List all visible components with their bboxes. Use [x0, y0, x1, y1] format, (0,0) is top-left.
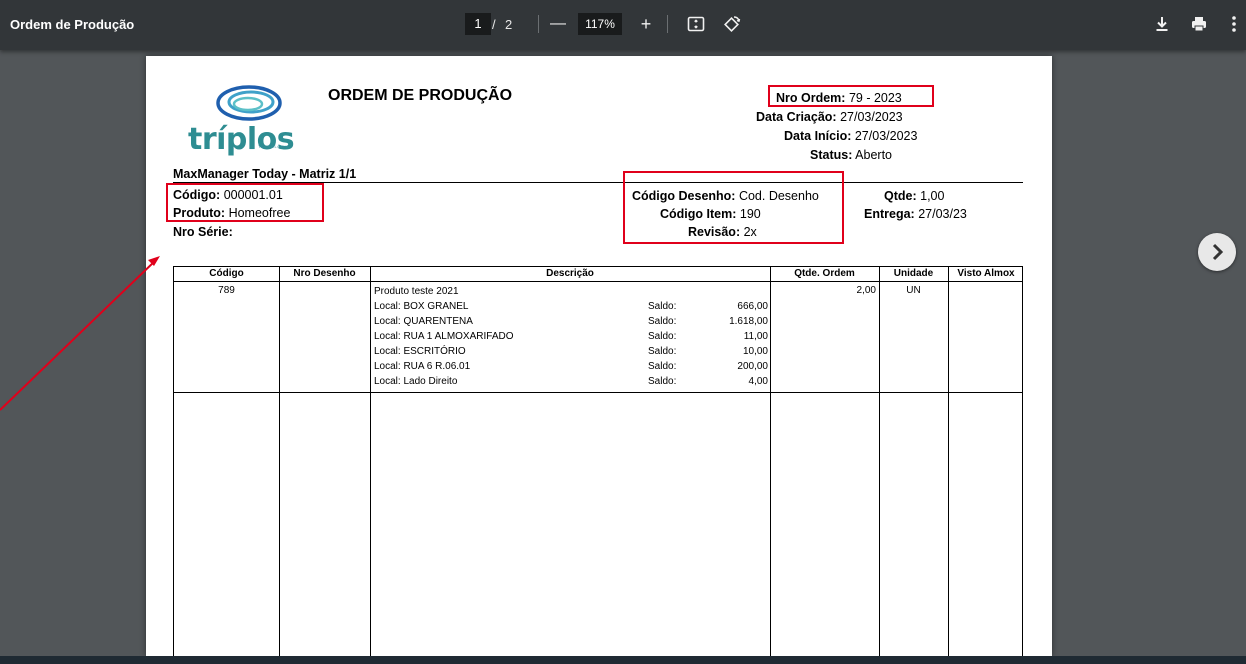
saldo-value: 200,00	[737, 361, 768, 372]
col-header-codigo: Código	[209, 268, 244, 279]
saldo-value: 4,00	[748, 376, 768, 387]
document-heading: ORDEM DE PRODUÇÃO	[328, 87, 513, 104]
entrega: Entrega: 27/03/23	[864, 207, 967, 221]
next-page-button[interactable]	[1198, 233, 1236, 271]
page-separator: /	[492, 17, 496, 32]
zoom-out-button[interactable]: —	[548, 12, 568, 36]
page-number-input[interactable]: 1	[465, 13, 491, 35]
divider	[667, 15, 668, 33]
saldo-label: Saldo:	[648, 346, 677, 357]
highlight-produto	[166, 183, 324, 222]
data-inicio: Data Início: 27/03/2023	[784, 129, 918, 143]
rotate-icon[interactable]	[722, 14, 742, 34]
saldo-label: Saldo:	[648, 301, 677, 312]
saldo-value: 11,00	[743, 331, 768, 342]
page-total: 2	[505, 17, 513, 32]
col-header-unidade: Unidade	[893, 268, 934, 279]
local-name: Local: RUA 6 R.06.01	[374, 361, 471, 372]
company-name: MaxManager Today - Matriz 1/1	[173, 167, 357, 181]
col-header-descricao: Descrição	[546, 268, 594, 279]
logo-subtext: TECNOLOGIA	[258, 144, 290, 149]
saldo-value: 10,00	[742, 346, 768, 357]
saldo-label: Saldo:	[648, 361, 677, 372]
col-header-visto-almox: Visto Almox	[957, 268, 1015, 279]
saldo-value: 1.618,00	[729, 316, 768, 327]
local-name: Local: BOX GRANEL	[374, 301, 469, 312]
print-icon[interactable]	[1189, 14, 1209, 34]
pdf-page: tríplos TECNOLOGIA ORDEM DE PRODUÇÃO Nro…	[146, 56, 1052, 656]
chevron-right-icon	[1212, 243, 1224, 261]
row-unidade: UN	[906, 285, 921, 296]
highlight-desenho	[623, 171, 844, 244]
fit-page-icon[interactable]	[686, 14, 706, 34]
document-title: Ordem de Produção	[10, 17, 135, 32]
pdf-toolbar: Ordem de Produção 1 / 2 — 117% +	[0, 0, 1246, 50]
zoom-input[interactable]: 117%	[578, 13, 622, 35]
more-vert-icon[interactable]	[1228, 14, 1240, 34]
row-qtde-ordem: 2,00	[856, 285, 876, 296]
nro-serie: Nro Série:	[173, 225, 233, 239]
col-header-qtde-ordem: Qtde. Ordem	[794, 268, 855, 279]
saldo-value: 666,00	[737, 301, 768, 312]
logo-text: tríplos	[188, 122, 295, 157]
saldo-label: Saldo:	[648, 331, 677, 342]
local-name: Local: RUA 1 ALMOXARIFADO	[374, 331, 514, 342]
saldo-label: Saldo:	[648, 376, 677, 387]
annotation-arrow	[0, 256, 160, 411]
qtde: Qtde: 1,00	[884, 189, 945, 203]
saldo-label: Saldo:	[648, 316, 677, 327]
local-name: Local: ESCRITÓRIO	[374, 346, 466, 357]
row-codigo: 789	[218, 285, 235, 296]
local-name: Local: QUARENTENA	[374, 316, 473, 327]
status: Status: Aberto	[810, 148, 893, 162]
local-name: Local: Lado Direito	[374, 376, 458, 387]
download-icon[interactable]	[1152, 14, 1172, 34]
divider	[538, 15, 539, 33]
triplos-logo-mark	[216, 85, 282, 121]
row-produto: Produto teste 2021	[374, 286, 459, 297]
zoom-in-button[interactable]: +	[636, 12, 656, 36]
highlight-nro-ordem	[768, 85, 934, 107]
col-header-nro-desenho: Nro Desenho	[293, 268, 356, 279]
taskbar-strip	[0, 656, 1246, 664]
data-criacao: Data Criação: 27/03/2023	[756, 110, 903, 124]
items-table: Código Nro Desenho Descrição Qtde. Ordem…	[173, 266, 1023, 656]
